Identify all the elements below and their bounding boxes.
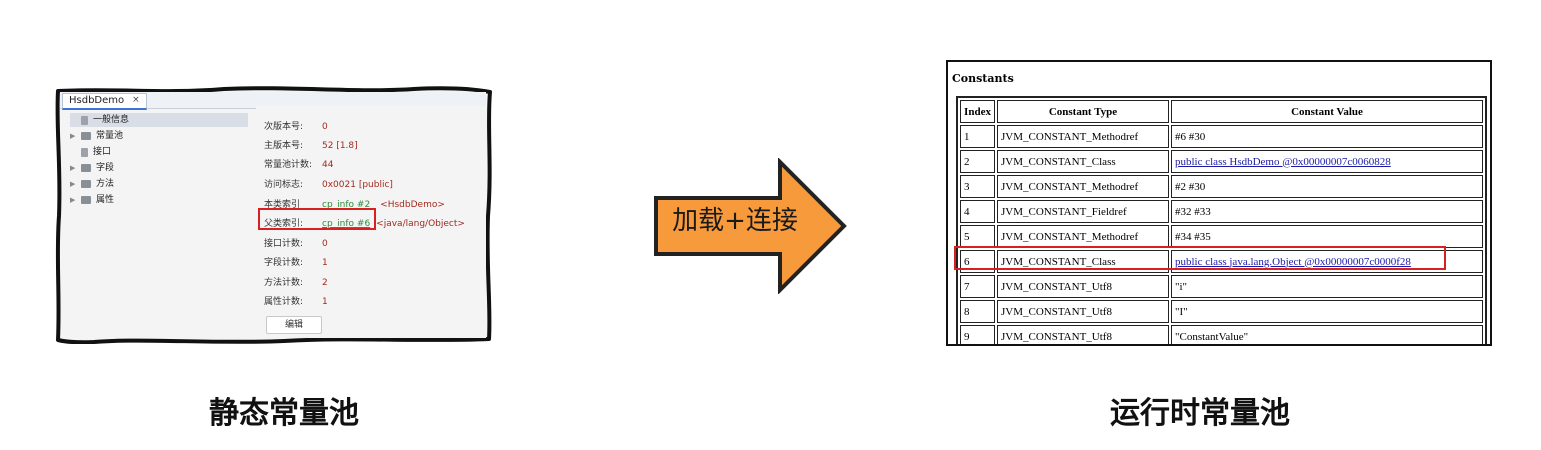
cell-value: "ConstantValue": [1171, 325, 1483, 344]
prop-label: 次版本号:: [264, 122, 304, 132]
folder-icon: [81, 164, 91, 172]
cell-value: public class HsdbDemo @0x00000007c006082…: [1171, 150, 1483, 173]
prop-interfaces-count: 接口计数: 0: [264, 237, 328, 251]
cell-type: JVM_CONSTANT_Utf8: [997, 325, 1169, 344]
constants-table: Index Constant Type Constant Value 1 JVM…: [956, 96, 1487, 344]
folder-icon: [81, 180, 91, 188]
prop-constant-pool-count: 常量池计数: 44: [264, 158, 333, 172]
cell-index: 5: [960, 225, 995, 248]
class-tree: 一般信息 ▶ 常量池 接口 ▶ 字段 ▶ 方法 ▶ 属性: [62, 112, 254, 338]
prop-minor-version: 次版本号: 0: [264, 120, 328, 134]
tab-hsdbdemo[interactable]: HsdbDemo ×: [62, 93, 147, 110]
table-row: 7 JVM_CONSTANT_Utf8 "i": [960, 275, 1483, 298]
runtime-constant-pool-panel: Constants Index Constant Type Constant V…: [946, 60, 1492, 346]
cell-type: JVM_CONSTANT_Methodref: [997, 125, 1169, 148]
prop-value: 1: [322, 297, 328, 307]
tree-item-label: 方法: [96, 179, 115, 189]
prop-value: 0x0021 [public]: [322, 180, 393, 190]
prop-value: 0: [322, 122, 328, 132]
expand-arrow-icon[interactable]: ▶: [70, 193, 76, 207]
table-row: 1 JVM_CONSTANT_Methodref #6 #30: [960, 125, 1483, 148]
cell-type: JVM_CONSTANT_Fieldref: [997, 200, 1169, 223]
cell-index: 8: [960, 300, 995, 323]
cell-type: JVM_CONSTANT_Utf8: [997, 300, 1169, 323]
tree-item-label: 字段: [96, 163, 115, 173]
highlight-box-super-class: [258, 208, 376, 230]
tree-item-label: 常量池: [96, 131, 124, 141]
expand-arrow-icon[interactable]: ▶: [70, 129, 76, 143]
cell-value: #34 #35: [1171, 225, 1483, 248]
cell-type: JVM_CONSTANT_Methodref: [997, 175, 1169, 198]
tree-item-interfaces[interactable]: 接口: [70, 145, 111, 159]
cell-value: "I": [1171, 300, 1483, 323]
prop-label: 字段计数:: [264, 258, 304, 268]
tree-item-label: 属性: [96, 195, 115, 205]
prop-access-flags: 访问标志: 0x0021 [public]: [264, 178, 393, 192]
table-row: 3 JVM_CONSTANT_Methodref #2 #30: [960, 175, 1483, 198]
highlight-box-object-class: [954, 246, 1446, 270]
file-icon: [81, 147, 88, 157]
cell-value: #32 #33: [1171, 200, 1483, 223]
cell-index: 1: [960, 125, 995, 148]
prop-label: 接口计数:: [264, 239, 304, 249]
table-header-row: Index Constant Type Constant Value: [960, 100, 1483, 123]
arrow-label: 加载+连接: [672, 206, 798, 236]
prop-fields-count: 字段计数: 1: [264, 256, 328, 270]
folder-icon: [81, 196, 91, 204]
prop-attributes-count: 属性计数: 1: [264, 295, 328, 309]
caption-runtime-pool: 运行时常量池: [1110, 396, 1290, 431]
prop-label: 属性计数:: [264, 297, 304, 307]
column-header-value: Constant Value: [1171, 100, 1483, 123]
cell-type: JVM_CONSTANT_Methodref: [997, 225, 1169, 248]
prop-label: 访问标志:: [264, 180, 304, 190]
cell-index: 3: [960, 175, 995, 198]
cell-index: 2: [960, 150, 995, 173]
table-row: 8 JVM_CONSTANT_Utf8 "I": [960, 300, 1483, 323]
prop-class-name: <HsdbDemo>: [380, 200, 445, 210]
table-row: 2 JVM_CONSTANT_Class public class HsdbDe…: [960, 150, 1483, 173]
cell-index: 7: [960, 275, 995, 298]
cell-value: #6 #30: [1171, 125, 1483, 148]
tab-label: HsdbDemo: [69, 95, 125, 106]
tree-item-fields[interactable]: ▶ 字段: [70, 161, 114, 175]
cell-type: JVM_CONSTANT_Utf8: [997, 275, 1169, 298]
cell-value: #2 #30: [1171, 175, 1483, 198]
tree-item-constant-pool[interactable]: ▶ 常量池: [70, 129, 123, 143]
expand-arrow-icon[interactable]: ▶: [70, 177, 76, 191]
prop-label: 主版本号:: [264, 141, 304, 151]
edit-button[interactable]: 编辑: [266, 316, 322, 334]
cell-index: 9: [960, 325, 995, 344]
tree-item-general-info[interactable]: 一般信息: [70, 113, 248, 127]
prop-value: 2: [322, 278, 328, 288]
prop-methods-count: 方法计数: 2: [264, 276, 328, 290]
tree-item-label: 接口: [93, 147, 112, 157]
class-link[interactable]: public class HsdbDemo @0x00000007c006082…: [1175, 156, 1391, 168]
table-row: 9 JVM_CONSTANT_Utf8 "ConstantValue": [960, 325, 1483, 344]
column-header-type: Constant Type: [997, 100, 1169, 123]
tree-item-methods[interactable]: ▶ 方法: [70, 177, 114, 191]
prop-value: 44: [322, 160, 334, 170]
close-icon[interactable]: ×: [132, 94, 140, 108]
table-row: 4 JVM_CONSTANT_Fieldref #32 #33: [960, 200, 1483, 223]
folder-icon: [81, 132, 91, 140]
prop-value: 52 [1.8]: [322, 141, 358, 151]
constants-title: Constants: [952, 72, 1014, 85]
file-icon: [81, 115, 88, 125]
caption-static-pool: 静态常量池: [209, 396, 359, 431]
prop-value: 0: [322, 239, 328, 249]
table-row: 5 JVM_CONSTANT_Methodref #34 #35: [960, 225, 1483, 248]
static-constant-pool-panel: HsdbDemo × 一般信息 ▶ 常量池 接口 ▶ 字段 ▶ 方法 ▶ 属性 …: [54, 86, 494, 344]
tree-item-label: 一般信息: [93, 115, 130, 125]
prop-value: 1: [322, 258, 328, 268]
prop-major-version: 主版本号: 52 [1.8]: [264, 139, 358, 153]
cell-type: JVM_CONSTANT_Class: [997, 150, 1169, 173]
prop-label: 方法计数:: [264, 278, 304, 288]
column-header-index: Index: [960, 100, 995, 123]
tree-item-attributes[interactable]: ▶ 属性: [70, 193, 114, 207]
prop-class-name: <java/lang/Object>: [376, 219, 465, 229]
cell-value: "i": [1171, 275, 1483, 298]
prop-label: 常量池计数:: [264, 160, 313, 170]
expand-arrow-icon[interactable]: ▶: [70, 161, 76, 175]
cell-index: 4: [960, 200, 995, 223]
